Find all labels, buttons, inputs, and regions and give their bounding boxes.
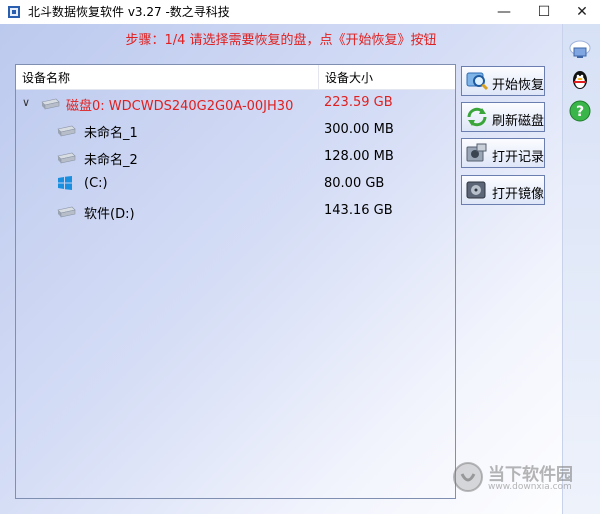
step-instruction: 步骤：1/4 请选择需要恢复的盘，点《开始恢复》按钮 [125, 33, 437, 48]
app-logo-icon [8, 6, 20, 18]
help-icon[interactable]: ? [568, 99, 592, 123]
open-image-label: 打开镜像 [492, 187, 545, 202]
svg-text:?: ? [576, 104, 584, 120]
disk-list[interactable]: 设备名称 设备大小 ∨ 磁盘0: WDCWDS240G2G0A-00JH30 2… [15, 64, 456, 499]
hard-disk-icon [41, 98, 60, 110]
partition-name: 未命名_2 [84, 153, 138, 168]
qq-penguin-icon[interactable] [568, 68, 592, 92]
start-recovery-label: 开始恢复 [492, 78, 545, 93]
disk-name: 磁盘0: WDCWDS240G2G0A-00JH30 [66, 99, 294, 114]
column-header-device-size[interactable]: 设备大小 [325, 69, 373, 86]
column-header-device-name[interactable]: 设备名称 [22, 69, 70, 86]
hard-disk-icon [57, 152, 76, 164]
refresh-icon [467, 107, 487, 127]
partition-size: 143.16 GB [324, 203, 393, 218]
disk-list-header: 设备名称 设备大小 [16, 65, 455, 90]
collapse-chevron-icon[interactable]: ∨ [22, 96, 30, 109]
search-icon [466, 72, 489, 91]
partition-size: 300.00 MB [324, 122, 394, 137]
hard-disk-icon [57, 125, 76, 137]
disk-size: 223.59 GB [324, 95, 393, 110]
open-image-button[interactable]: 打开镜像 [461, 175, 545, 205]
partition-row[interactable]: 软件(D:) 143.16 GB [16, 200, 455, 222]
title-bar: 北斗数据恢复软件 v3.27 -数之寻科技 — ☐ ✕ [0, 0, 600, 24]
partition-row[interactable]: 未命名_1 300.00 MB [16, 119, 455, 141]
side-toolbar [562, 24, 600, 514]
open-record-button[interactable]: 打开记录 [461, 138, 545, 168]
camera-icon [466, 143, 487, 162]
partition-name: (C:) [84, 176, 108, 191]
partition-row[interactable]: 未命名_2 128.00 MB [16, 146, 455, 168]
maximize-button[interactable]: ☐ [528, 0, 560, 24]
start-recovery-button[interactable]: 开始恢复 [461, 66, 545, 96]
partition-size: 128.00 MB [324, 149, 394, 164]
window-title: 北斗数据恢复软件 v3.27 -数之寻科技 [28, 5, 230, 19]
refresh-disks-button[interactable]: 刷新磁盘 [461, 102, 545, 132]
hard-disk-icon [57, 206, 76, 218]
watermark: 当下软件园 www.downxia.com [452, 458, 582, 498]
close-button[interactable]: ✕ [566, 0, 598, 24]
disk-image-icon [466, 181, 486, 199]
open-record-label: 打开记录 [492, 150, 545, 165]
cloud-computer-icon[interactable] [568, 38, 592, 62]
partition-name: 软件(D:) [84, 207, 135, 222]
disk-row[interactable]: ∨ 磁盘0: WDCWDS240G2G0A-00JH30 223.59 GB [16, 92, 455, 114]
watermark-logo-icon [453, 462, 483, 492]
watermark-url: www.downxia.com [488, 482, 572, 492]
minimize-button[interactable]: — [488, 0, 520, 24]
partition-size: 80.00 GB [324, 176, 385, 191]
partition-row[interactable]: (C:) 80.00 GB [16, 173, 455, 195]
column-separator[interactable] [318, 65, 319, 89]
refresh-disks-label: 刷新磁盘 [492, 114, 545, 129]
windows-icon [58, 176, 72, 190]
partition-name: 未命名_1 [84, 126, 138, 141]
